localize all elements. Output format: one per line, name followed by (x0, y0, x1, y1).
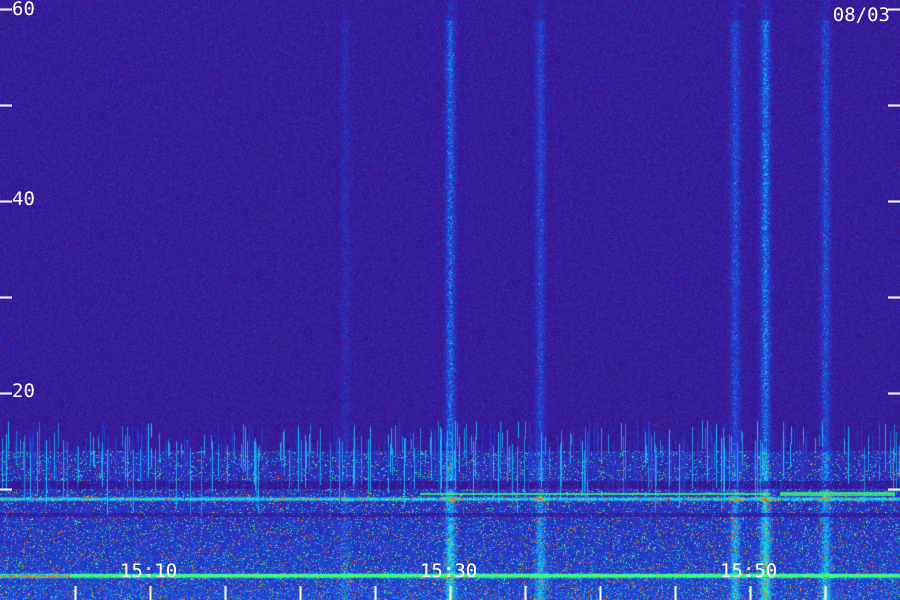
x-tick-label-1510: 15:10 (120, 560, 178, 582)
x-tick-label-1530: 15:30 (420, 560, 478, 582)
y-tick-label-60: 60 (12, 0, 35, 20)
axis-ticks (0, 8, 900, 600)
y-tick-label-40: 40 (12, 188, 35, 210)
x-tick-label-1550: 15:50 (720, 560, 778, 582)
y-tick-label-20: 20 (12, 380, 35, 402)
date-label: 08/03 (832, 4, 890, 26)
